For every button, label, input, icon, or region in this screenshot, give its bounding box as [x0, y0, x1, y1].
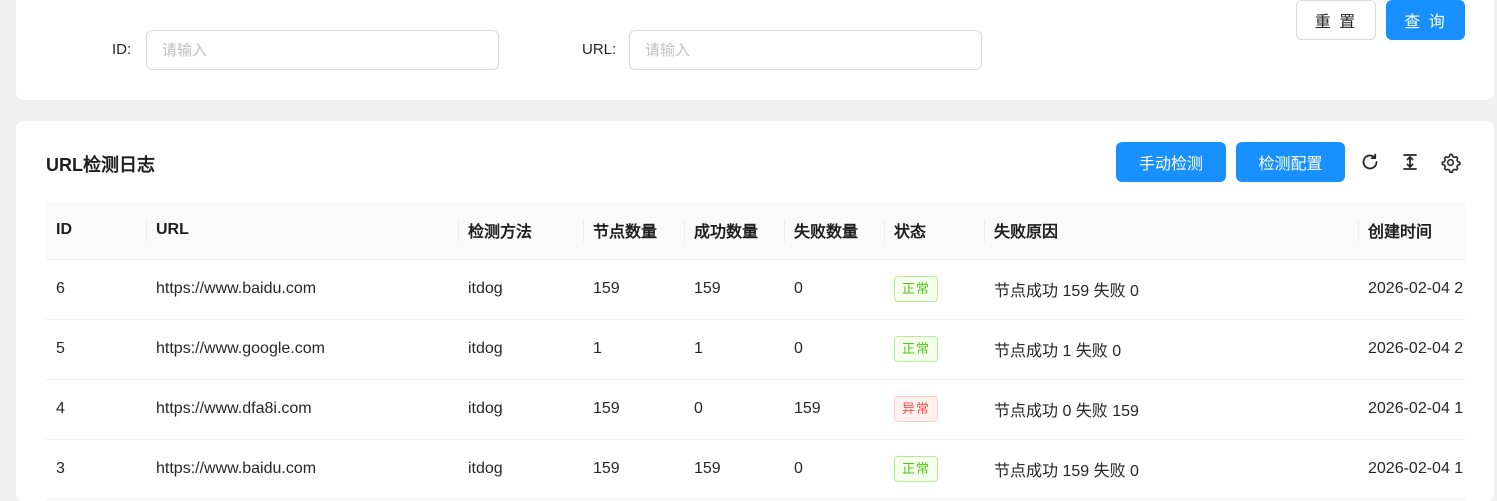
- cell-fail: 0: [784, 439, 884, 500]
- cell-nodes: 159: [583, 259, 684, 320]
- cell-success: 0: [684, 379, 784, 440]
- cell-method: itdog: [458, 439, 583, 500]
- cell-status: 正常: [884, 439, 984, 500]
- id-field-label: ID:: [112, 41, 132, 58]
- table-row[interactable]: 4 https://www.dfa8i.com itdog 159 0 159 …: [46, 379, 1465, 440]
- cell-status: 正常: [884, 259, 984, 320]
- url-input[interactable]: [629, 30, 982, 70]
- column-header-fail[interactable]: 失败数量: [784, 202, 884, 260]
- cell-created: 2026-02-04 2: [1358, 319, 1465, 380]
- cell-method: itdog: [458, 379, 583, 440]
- cell-id: 3: [46, 439, 146, 500]
- cell-reason: 节点成功 159 失败 0: [984, 439, 1358, 500]
- cell-nodes: 159: [583, 439, 684, 500]
- cell-id: 4: [46, 379, 146, 440]
- cell-fail: 0: [784, 259, 884, 320]
- cell-id: 6: [46, 259, 146, 320]
- cell-url: https://www.baidu.com: [146, 259, 458, 320]
- cell-id: 5: [46, 319, 146, 380]
- column-header-reason[interactable]: 失败原因: [984, 202, 1358, 260]
- cell-method: itdog: [458, 259, 583, 320]
- status-badge: 异常: [894, 396, 939, 422]
- page-title: URL检测日志: [46, 155, 155, 175]
- query-button[interactable]: 查 询: [1386, 0, 1465, 40]
- column-header-url[interactable]: URL: [146, 202, 458, 260]
- log-table: ID URL 检测方法 节点数量 成功数量 失败数量 状态 失败原因 创建时间 …: [46, 202, 1465, 501]
- setting-icon[interactable]: [1439, 151, 1461, 173]
- table-row[interactable]: 3 https://www.baidu.com itdog 159 159 0 …: [46, 439, 1465, 500]
- cell-created: 2026-02-04 2: [1358, 259, 1465, 320]
- cell-created: 2026-02-04 1: [1358, 439, 1465, 500]
- table-header-row: ID URL 检测方法 节点数量 成功数量 失败数量 状态 失败原因 创建时间: [46, 202, 1465, 260]
- cell-nodes: 159: [583, 379, 684, 440]
- table-row[interactable]: 6 https://www.baidu.com itdog 159 159 0 …: [46, 259, 1465, 320]
- cell-reason: 节点成功 0 失败 159: [984, 379, 1358, 440]
- check-config-button[interactable]: 检测配置: [1236, 142, 1345, 182]
- manual-check-button[interactable]: 手动检测: [1116, 142, 1226, 182]
- column-header-created[interactable]: 创建时间: [1358, 202, 1465, 260]
- column-header-nodes[interactable]: 节点数量: [583, 202, 684, 260]
- cell-success: 159: [684, 259, 784, 320]
- status-badge: 正常: [894, 276, 939, 302]
- cell-method: itdog: [458, 319, 583, 380]
- cell-fail: 0: [784, 319, 884, 380]
- status-badge: 正常: [894, 336, 939, 362]
- cell-created: 2026-02-04 1: [1358, 379, 1465, 440]
- column-header-success[interactable]: 成功数量: [684, 202, 784, 260]
- cell-success: 1: [684, 319, 784, 380]
- search-form-card: ID: URL: 重 置 查 询: [16, 0, 1494, 100]
- column-header-status[interactable]: 状态: [884, 202, 984, 260]
- status-badge: 正常: [894, 456, 939, 482]
- cell-nodes: 1: [583, 319, 684, 380]
- cell-status: 正常: [884, 319, 984, 380]
- cell-fail: 159: [784, 379, 884, 440]
- cell-status: 异常: [884, 379, 984, 440]
- column-header-method[interactable]: 检测方法: [458, 202, 583, 260]
- cell-url: https://www.google.com: [146, 319, 458, 380]
- refresh-icon[interactable]: [1359, 151, 1381, 173]
- reset-button[interactable]: 重 置: [1296, 0, 1376, 40]
- cell-url: https://www.baidu.com: [146, 439, 458, 500]
- id-input[interactable]: [146, 30, 499, 70]
- cell-reason: 节点成功 1 失败 0: [984, 319, 1358, 380]
- column-header-id[interactable]: ID: [46, 202, 146, 260]
- column-height-icon[interactable]: [1399, 151, 1421, 173]
- cell-url: https://www.dfa8i.com: [146, 379, 458, 440]
- cell-reason: 节点成功 159 失败 0: [984, 259, 1358, 320]
- table-row[interactable]: 5 https://www.google.com itdog 1 1 0 正常 …: [46, 319, 1465, 380]
- cell-success: 159: [684, 439, 784, 500]
- url-field-label: URL:: [582, 41, 617, 58]
- log-table-card: URL检测日志 手动检测 检测配置 ID URL 检测方法 节点数量 成功数量 …: [16, 121, 1494, 501]
